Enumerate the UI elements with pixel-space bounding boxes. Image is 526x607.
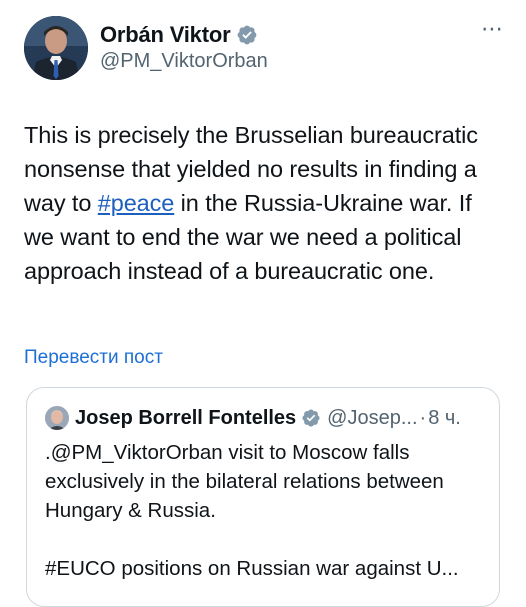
quoted-author-avatar xyxy=(45,406,69,430)
quoted-tweet-card[interactable]: Josep Borrell Fontelles @Josep... · 8 ч.… xyxy=(26,387,500,607)
quoted-verified-badge-icon xyxy=(302,409,320,427)
author-name[interactable]: Orbán Viktor xyxy=(100,22,231,48)
meta-separator: · xyxy=(419,406,427,429)
more-options-icon[interactable]: ⋯ xyxy=(481,18,504,40)
quoted-timestamp: 8 ч. xyxy=(428,406,461,429)
hashtag-peace-link[interactable]: #peace xyxy=(98,190,175,216)
tweet-text: This is precisely the Brusselian bureauc… xyxy=(24,122,478,284)
quoted-author-name: Josep Borrell Fontelles xyxy=(75,406,297,429)
author-avatar[interactable] xyxy=(24,16,88,80)
verified-badge-icon xyxy=(238,25,257,45)
quoted-author-handle: @Josep... xyxy=(327,406,418,429)
translate-post-link[interactable]: Перевести пост xyxy=(24,347,163,369)
quoted-tweet-text: .@PM_ViktorOrban visit to Moscow falls e… xyxy=(45,441,459,580)
author-handle[interactable]: @PM_ViktorOrban xyxy=(100,50,268,73)
